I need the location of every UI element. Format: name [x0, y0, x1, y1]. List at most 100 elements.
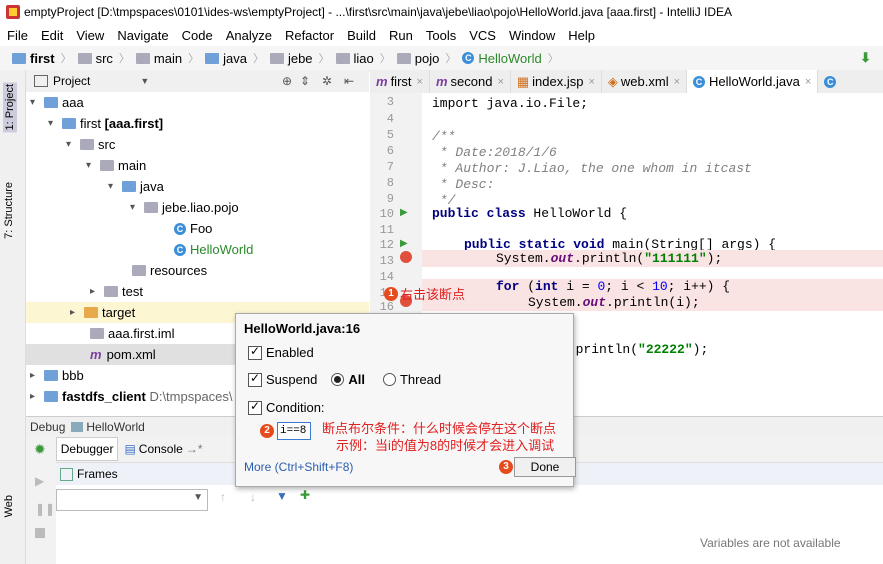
menu-file[interactable]: File: [0, 28, 34, 43]
menu-bar: File Edit View Navigate Code Analyze Ref…: [0, 24, 883, 46]
dropdown-arrow-icon[interactable]: ▼: [140, 76, 149, 86]
tab-web-xml[interactable]: ◈ web.xml ×: [602, 70, 688, 93]
condition-input[interactable]: i==8: [277, 422, 311, 440]
suspend-all-radio[interactable]: [331, 373, 345, 386]
close-icon[interactable]: ×: [497, 76, 503, 88]
menu-tools[interactable]: Tools: [419, 28, 462, 43]
download-arrow-icon[interactable]: ⬇: [860, 50, 871, 66]
project-view-selector[interactable]: Project: [53, 74, 90, 88]
breadcrumb-helloworld[interactable]: C HelloWorld: [460, 51, 543, 66]
pause-icon[interactable]: ❚❚: [35, 502, 55, 516]
close-icon[interactable]: ×: [805, 76, 811, 88]
tree-item-src[interactable]: ▾ src: [66, 134, 115, 155]
breadcrumb-first[interactable]: first: [10, 51, 57, 66]
suspend-checkbox[interactable]: [248, 371, 262, 387]
tab-helloworld-java[interactable]: C HelloWorld.java ×: [687, 70, 819, 93]
resume-icon[interactable]: ▶: [35, 474, 44, 488]
annotation-2: 断点布尔条件：什么时候会停在这个断点 示例：当i的值为8的时候才会进入调试: [322, 420, 556, 454]
enabled-checkbox[interactable]: [248, 344, 262, 360]
expand-down-icon[interactable]: ▾: [66, 134, 80, 155]
suspend-thread-radio[interactable]: [382, 373, 396, 386]
tab-console[interactable]: Console: [139, 442, 183, 456]
tree-item-bbb[interactable]: ▸ bbb: [30, 365, 84, 386]
chevron-down-icon[interactable]: ▼: [193, 492, 203, 503]
menu-edit[interactable]: Edit: [34, 28, 69, 43]
close-icon[interactable]: ×: [417, 76, 423, 88]
excluded-folder-icon: [84, 307, 98, 318]
arrow-down-icon[interactable]: ↓: [250, 490, 256, 504]
run-gutter-icon[interactable]: ▶: [400, 207, 408, 218]
expand-down-icon[interactable]: ▾: [108, 176, 122, 197]
package-icon: [335, 52, 350, 64]
expand-down-icon[interactable]: ▾: [86, 155, 100, 176]
breakpoint-icon[interactable]: [400, 251, 412, 263]
source-folder-icon: [122, 181, 136, 192]
expand-down-icon[interactable]: ▾: [130, 197, 144, 218]
tree-item-test[interactable]: ▸ test: [90, 281, 143, 302]
menu-refactor[interactable]: Refactor: [278, 28, 340, 43]
project-tool-tab[interactable]: 1: Project: [3, 82, 17, 133]
breadcrumb-main[interactable]: main: [134, 51, 184, 66]
tab-second[interactable]: m second ×: [430, 70, 511, 93]
hide-panel-icon[interactable]: ⇤: [344, 74, 354, 88]
close-icon[interactable]: ×: [674, 76, 680, 88]
tree-item-first[interactable]: ▾ first [aaa.first]: [48, 113, 163, 134]
tab-index-jsp[interactable]: ▦ index.jsp ×: [511, 70, 602, 93]
window-title: emptyProject [D:\tmpspaces\0101\ides-ws\…: [24, 5, 733, 19]
tree-item-package[interactable]: ▾ jebe.liao.pojo: [130, 197, 239, 218]
tree-item-main[interactable]: ▾ main: [86, 155, 146, 176]
run-gutter-icon[interactable]: ▶: [400, 238, 408, 249]
menu-window[interactable]: Window: [502, 28, 561, 43]
debug-config-name[interactable]: HelloWorld: [86, 420, 144, 434]
breadcrumb-pojo[interactable]: pojo: [395, 51, 442, 66]
thread-selector[interactable]: ▼: [56, 489, 208, 511]
breadcrumb-liao[interactable]: liao: [334, 51, 376, 66]
stop-icon[interactable]: [35, 528, 45, 538]
menu-analyze[interactable]: Analyze: [219, 28, 278, 43]
add-watch-icon[interactable]: ✚: [300, 488, 310, 502]
gear-icon[interactable]: ✲: [322, 74, 332, 88]
tree-item-foo[interactable]: C Foo: [174, 218, 212, 239]
tree-item-fastdfs[interactable]: ▸ fastdfs_client D:\tmpspaces\: [30, 386, 233, 407]
more-link[interactable]: More (Ctrl+Shift+F8): [244, 460, 353, 474]
expand-right-icon[interactable]: ▸: [70, 302, 84, 323]
expand-down-icon[interactable]: ▾: [48, 113, 62, 134]
menu-navigate[interactable]: Navigate: [110, 28, 174, 43]
tree-item-resources[interactable]: resources: [132, 260, 207, 281]
tab-debugger[interactable]: Debugger: [55, 437, 119, 461]
module-icon: [44, 391, 58, 402]
breadcrumb-src[interactable]: src: [76, 51, 115, 66]
enabled-checkbox-row[interactable]: Enabled: [248, 344, 314, 360]
tree-item-iml[interactable]: aaa.first.iml: [90, 323, 174, 344]
web-tool-tab[interactable]: Web: [3, 495, 15, 517]
close-icon[interactable]: ×: [588, 76, 594, 88]
expand-right-icon[interactable]: ▸: [30, 365, 44, 386]
collapse-icon[interactable]: ⇕: [300, 74, 310, 88]
filter-icon[interactable]: ▼: [276, 489, 288, 503]
menu-run[interactable]: Run: [382, 28, 419, 43]
target-icon[interactable]: ⊕: [282, 74, 292, 88]
condition-checkbox[interactable]: [248, 399, 262, 415]
expand-down-icon[interactable]: ▾: [30, 92, 44, 113]
menu-help[interactable]: Help: [561, 28, 601, 43]
expand-right-icon[interactable]: ▸: [90, 281, 104, 302]
tab-overflow[interactable]: C: [818, 70, 846, 93]
tree-item-java[interactable]: ▾ java: [108, 176, 164, 197]
tab-first[interactable]: m first ×: [370, 70, 430, 93]
tree-item-helloworld[interactable]: C HelloWorld: [174, 239, 253, 260]
menu-code[interactable]: Code: [175, 28, 219, 43]
arrow-up-icon[interactable]: ↑: [220, 490, 226, 504]
breadcrumb-jebe[interactable]: jebe: [268, 51, 315, 66]
line-number: 5: [386, 128, 394, 142]
arrow-right-icon[interactable]: →*: [186, 442, 203, 456]
structure-tool-tab[interactable]: 7: Structure: [3, 182, 15, 239]
breadcrumb-java[interactable]: java: [203, 51, 249, 66]
left-tool-strip: 1: Project 7: Structure Web: [0, 70, 26, 564]
expand-right-icon[interactable]: ▸: [30, 386, 44, 407]
condition-row[interactable]: Condition:: [248, 399, 325, 415]
menu-build[interactable]: Build: [340, 28, 382, 43]
tree-item-aaa[interactable]: ▾ aaa: [30, 92, 369, 113]
menu-vcs[interactable]: VCS: [462, 28, 502, 43]
menu-view[interactable]: View: [69, 28, 110, 43]
done-button[interactable]: Done: [514, 457, 576, 477]
